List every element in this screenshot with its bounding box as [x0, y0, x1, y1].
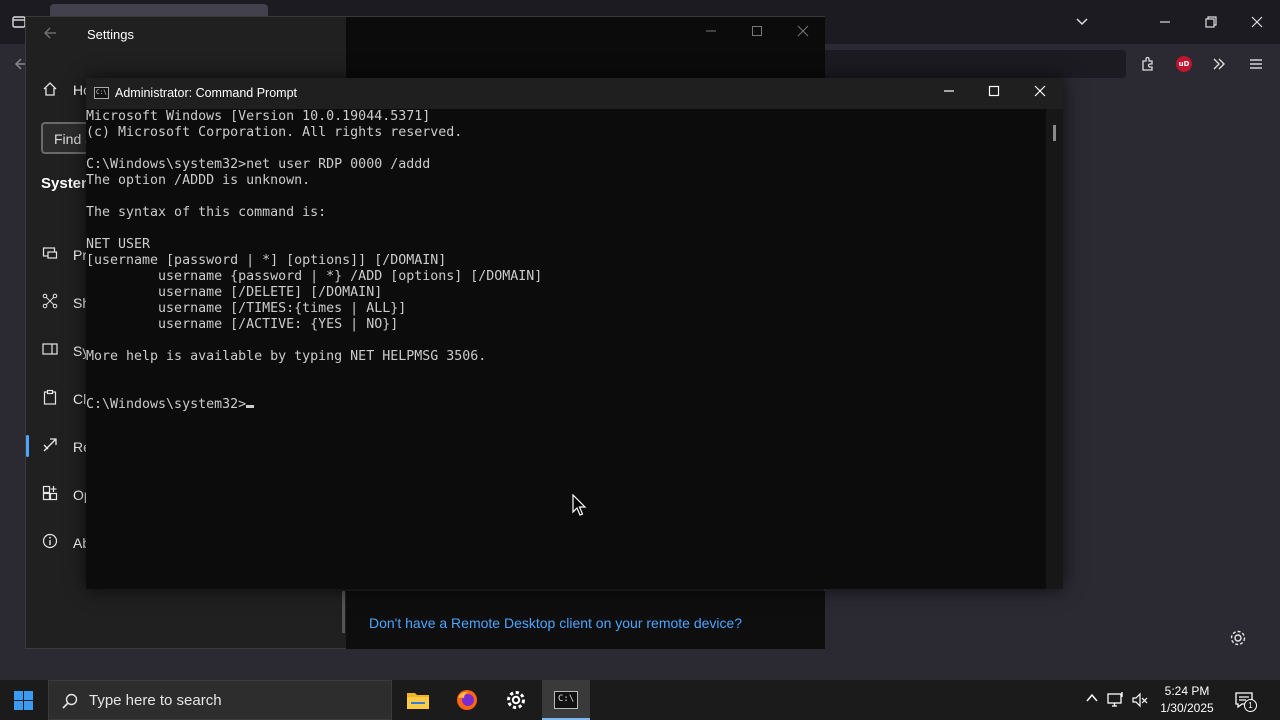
taskbar-command-prompt[interactable]: C:\ — [542, 680, 590, 720]
console-line: NET USER — [86, 237, 151, 252]
clipboard-icon — [41, 389, 59, 407]
home-icon — [41, 81, 59, 99]
gear-icon[interactable] — [1229, 629, 1247, 652]
console-line: The syntax of this command is: — [86, 205, 327, 220]
taskbar-search-box[interactable]: Type here to search — [48, 680, 392, 720]
browser-restore-icon[interactable] — [1203, 14, 1219, 33]
sidebar-item-system-components[interactable]: System Components — [73, 343, 87, 359]
extensions-icon[interactable] — [1140, 56, 1156, 75]
clock-date: 1/30/2025 — [1160, 701, 1214, 715]
taskbar-clock[interactable]: 5:24 PM 1/30/2025 — [1150, 683, 1224, 717]
cmd-scrollbar-thumb[interactable] — [1053, 125, 1056, 141]
remote-client-link[interactable]: Don't have a Remote Desktop client on yo… — [369, 615, 742, 631]
console-line: C:\Windows\system32>net user RDP 0000 /a… — [86, 157, 431, 172]
remote-desktop-icon — [41, 437, 59, 455]
start-button[interactable] — [0, 680, 48, 720]
chevron-up-icon[interactable] — [1083, 691, 1101, 709]
chevron-down-icon[interactable] — [1074, 14, 1090, 33]
cmd-title: Administrator: Command Prompt — [115, 86, 298, 100]
cmd-scrollbar[interactable] — [1046, 109, 1063, 589]
taskbar-settings[interactable] — [492, 680, 540, 720]
console-line: username [/TIMES:{times | ALL}] — [86, 301, 407, 316]
search-placeholder: Type here to search — [89, 692, 222, 709]
firefox-icon — [457, 690, 477, 710]
console-line: More help is available by typing NET HEL… — [86, 349, 487, 364]
content-divider — [342, 591, 345, 633]
gear-icon — [507, 691, 525, 709]
cmd-minimize-button[interactable] — [926, 78, 972, 109]
mouse-pointer-icon — [572, 493, 588, 518]
settings-title: Settings — [87, 27, 134, 42]
ublock-origin-icon[interactable]: uD — [1176, 56, 1192, 72]
browser-minimize-icon[interactable] — [1157, 14, 1173, 33]
overflow-menu-icon[interactable] — [1211, 56, 1227, 75]
settings-minimize-icon[interactable] — [696, 23, 726, 45]
console-line: Microsoft Windows [Version 10.0.19044.53… — [86, 109, 431, 124]
notification-count-badge: 1 — [1244, 699, 1257, 712]
browser-close-icon[interactable] — [1249, 14, 1265, 33]
hamburger-menu-icon[interactable] — [1248, 56, 1264, 75]
cmd-maximize-button[interactable] — [971, 78, 1017, 109]
console-line: username {password | *} /ADD [options] [… — [86, 269, 543, 284]
cmd-icon-label: C:\ — [558, 694, 575, 704]
cmd-titlebar[interactable]: C:\ Administrator: Command Prompt — [86, 78, 1063, 109]
sidebar-item-home[interactable]: Home — [73, 82, 87, 98]
sidebar-item-about[interactable]: About — [73, 535, 87, 551]
console-prompt-line[interactable]: C:\Windows\system32> — [86, 397, 1046, 413]
console-line: (c) Microsoft Corporation. All rights re… — [86, 125, 463, 140]
console-line: username [/ACTIVE: {YES | NO}] — [86, 317, 399, 332]
text-cursor — [246, 405, 255, 408]
settings-close-icon[interactable] — [788, 23, 818, 45]
cmd-icon: C:\ — [554, 691, 578, 709]
console-line: username [/DELETE] [/DOMAIN] — [86, 285, 383, 300]
selected-indicator — [26, 435, 29, 457]
settings-maximize-icon[interactable] — [742, 23, 772, 45]
system-components-icon — [41, 341, 59, 359]
sidebar-item-optional-features[interactable]: Optional features — [73, 487, 87, 503]
taskbar-firefox[interactable] — [443, 680, 491, 720]
folder-icon — [407, 693, 429, 709]
console-prompt: C:\Windows\system32> — [86, 397, 247, 412]
taskbar-file-explorer[interactable] — [394, 680, 442, 720]
cmd-icon: C:\ — [94, 87, 109, 99]
cmd-close-button[interactable] — [1017, 78, 1063, 109]
volume-muted-icon[interactable] — [1131, 691, 1149, 709]
console-line: The option /ADDD is unknown. — [86, 173, 311, 188]
clock-time: 5:24 PM — [1164, 684, 1210, 698]
windows-logo-icon — [14, 691, 33, 710]
back-arrow-icon[interactable] — [43, 26, 57, 44]
projecting-icon — [41, 245, 59, 263]
taskbar: Type here to search C:\ 5:24 PM 1/30/202… — [0, 680, 1280, 720]
optional-features-icon — [41, 485, 59, 503]
search-icon — [61, 692, 79, 710]
browser-url-bar[interactable] — [820, 50, 1126, 78]
sidebar-item-shared[interactable]: Shared experiences — [73, 295, 87, 311]
shared-experiences-icon — [41, 293, 59, 311]
sidebar-item-clipboard[interactable]: Clipboard — [73, 391, 86, 407]
network-icon[interactable] — [1107, 691, 1125, 709]
console-line: [username [password | *] [options]] [/DO… — [86, 253, 447, 268]
cmd-console-output[interactable]: Microsoft Windows [Version 10.0.19044.53… — [86, 109, 1046, 589]
about-icon — [41, 533, 59, 551]
